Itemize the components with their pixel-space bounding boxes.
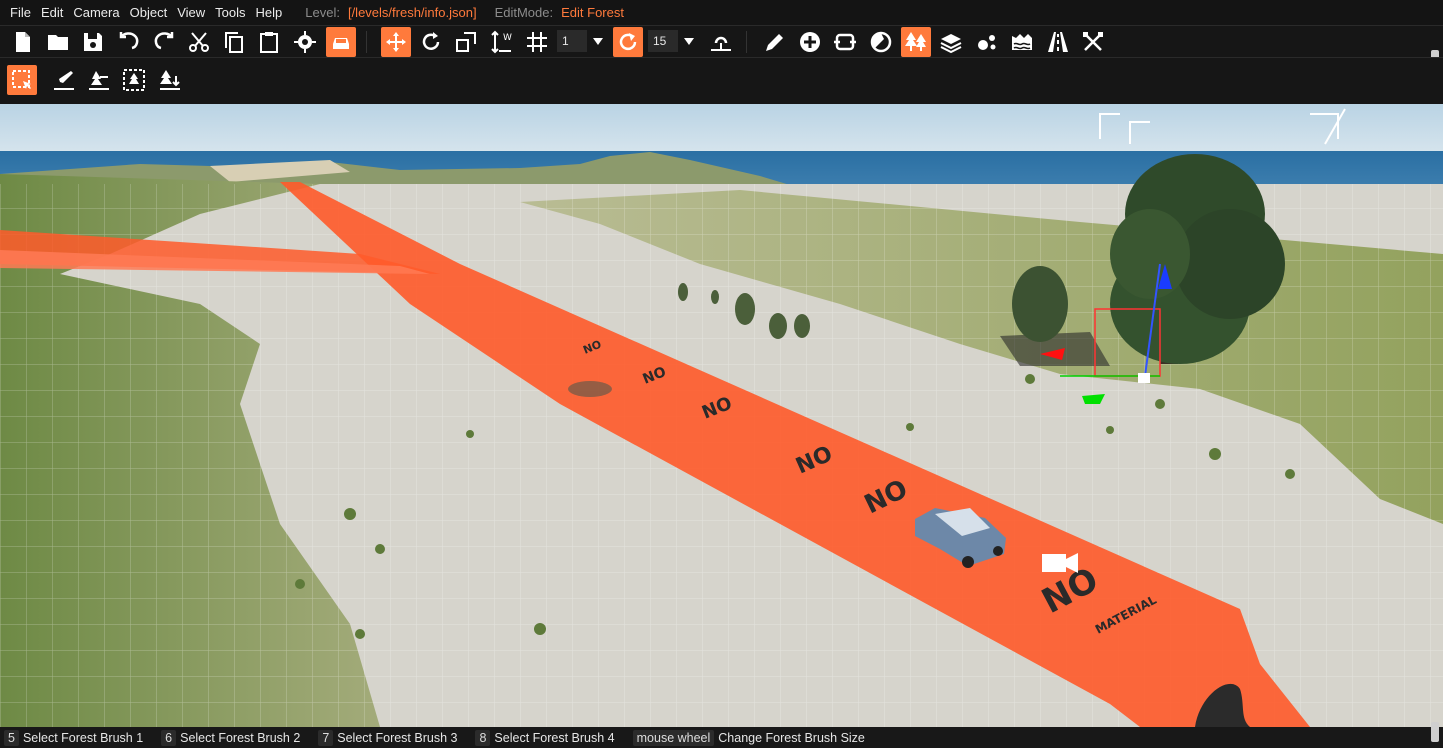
paint-brush-icon[interactable] bbox=[49, 65, 79, 95]
editmode-value: Edit Forest bbox=[561, 5, 624, 20]
terrain-mark bbox=[568, 381, 612, 397]
vehicle-icon[interactable] bbox=[326, 27, 356, 57]
menu-help[interactable]: Help bbox=[251, 5, 288, 20]
paste-icon[interactable] bbox=[254, 27, 284, 57]
grid-snap-icon[interactable] bbox=[522, 27, 552, 57]
hint-item: 6 Select Forest Brush 2 bbox=[161, 729, 301, 746]
viewport-3d[interactable]: NO MATERIAL NO NO NO NO NO bbox=[0, 104, 1443, 727]
chevron-down-icon[interactable] bbox=[681, 31, 697, 51]
menu-file[interactable]: File bbox=[0, 5, 36, 20]
add-circle-icon[interactable] bbox=[795, 27, 825, 57]
particles-icon[interactable] bbox=[972, 27, 1002, 57]
hint-label: Select Forest Brush 3 bbox=[337, 730, 458, 745]
copy-icon[interactable] bbox=[219, 27, 249, 57]
hint-item: mouse wheel Change Forest Brush Size bbox=[632, 729, 865, 746]
tree-align-icon[interactable] bbox=[155, 65, 185, 95]
snap-value-field[interactable]: 1 bbox=[557, 30, 587, 52]
river-icon[interactable] bbox=[1007, 27, 1037, 57]
terrain-snap-icon[interactable] bbox=[706, 27, 736, 57]
scene-render: NO MATERIAL NO NO NO NO NO bbox=[0, 104, 1443, 727]
paint-icon[interactable] bbox=[866, 27, 896, 57]
menu-bar: File Edit Camera Object View Tools Help … bbox=[0, 0, 1443, 25]
hint-item: 8 Select Forest Brush 4 bbox=[475, 729, 615, 746]
hint-label: Select Forest Brush 1 bbox=[22, 730, 144, 745]
toolbar-separator bbox=[746, 31, 747, 53]
erase-tree-icon[interactable] bbox=[84, 65, 114, 95]
menu-edit[interactable]: Edit bbox=[36, 5, 68, 20]
scale-icon[interactable] bbox=[451, 27, 481, 57]
toolbar-separator bbox=[366, 31, 367, 53]
hint-item: 5 Select Forest Brush 1 bbox=[4, 729, 144, 746]
open-folder-icon[interactable] bbox=[43, 27, 73, 57]
shortcut-hint-bar: 5 Select Forest Brush 1 6 Select Forest … bbox=[0, 727, 1443, 748]
cut-icon[interactable] bbox=[184, 27, 214, 57]
hint-key: 6 bbox=[161, 729, 177, 746]
chevron-down-icon[interactable] bbox=[590, 31, 606, 51]
redo-icon[interactable] bbox=[149, 27, 179, 57]
translate-icon[interactable] bbox=[381, 27, 411, 57]
menu-object[interactable]: Object bbox=[125, 5, 173, 20]
hint-label: Change Forest Brush Size bbox=[718, 730, 865, 745]
pencil-icon[interactable] bbox=[760, 27, 790, 57]
world-axis-icon[interactable]: W bbox=[486, 27, 516, 57]
layers-icon[interactable] bbox=[936, 27, 966, 57]
save-icon[interactable] bbox=[78, 27, 108, 57]
forest-icon[interactable] bbox=[901, 27, 931, 57]
decal-road-icon[interactable] bbox=[830, 27, 860, 57]
hint-label: Select Forest Brush 4 bbox=[494, 730, 615, 745]
editmode-label: EditMode: bbox=[494, 5, 554, 20]
hint-label: Select Forest Brush 2 bbox=[180, 730, 301, 745]
erase-selection-icon[interactable] bbox=[119, 65, 149, 95]
hint-key: 8 bbox=[475, 729, 491, 746]
hint-key: 7 bbox=[318, 729, 334, 746]
road-icon[interactable] bbox=[1043, 27, 1073, 57]
undo-icon[interactable] bbox=[114, 27, 144, 57]
rotation-snap-field[interactable]: 15 bbox=[648, 30, 678, 52]
forest-toolbar bbox=[0, 57, 1443, 104]
hint-item: 7 Select Forest Brush 3 bbox=[318, 729, 458, 746]
svg-text:W: W bbox=[503, 33, 512, 43]
menu-tools[interactable]: Tools bbox=[210, 5, 250, 20]
select-tool-icon[interactable] bbox=[7, 65, 37, 95]
tools-icon[interactable] bbox=[1078, 27, 1108, 57]
settings-gear-icon[interactable] bbox=[290, 27, 320, 57]
main-toolbar: W 1 15 bbox=[0, 25, 1443, 72]
hint-key: 5 bbox=[4, 729, 19, 746]
new-file-icon[interactable] bbox=[8, 27, 38, 57]
gizmo-center[interactable] bbox=[1138, 373, 1150, 383]
camera-marker-icon[interactable] bbox=[1042, 553, 1078, 573]
menu-camera[interactable]: Camera bbox=[68, 5, 124, 20]
level-path: [/levels/fresh/info.json] bbox=[347, 5, 477, 20]
rotate-icon[interactable] bbox=[416, 27, 446, 57]
rotation-snap-icon[interactable] bbox=[613, 27, 643, 57]
menu-view[interactable]: View bbox=[172, 5, 210, 20]
hint-scrollbar[interactable] bbox=[1431, 722, 1439, 742]
level-label: Level: bbox=[305, 5, 340, 20]
hint-key: mouse wheel bbox=[632, 729, 715, 746]
